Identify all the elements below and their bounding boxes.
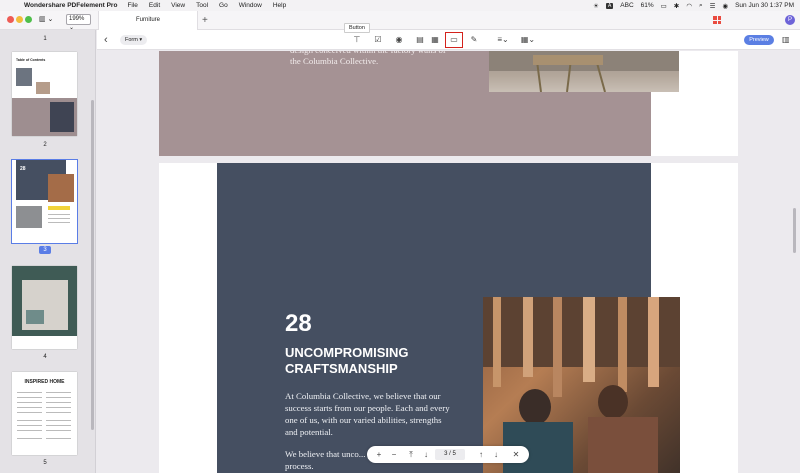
thumbnail-page-number-2: 2 [43, 142, 47, 148]
more-tools-icon[interactable]: ▦⌄ [519, 34, 537, 46]
menu-tool[interactable]: Tool [196, 2, 208, 9]
status-area: ☀ A ABC 61% ▭ ✱ ◠ ⌕ ☰ ◉ Sun Jun 30 1:37 … [593, 0, 794, 11]
control-center-icon[interactable]: ☰ [710, 2, 716, 10]
combo-box-tool-icon[interactable]: ▤ [414, 34, 426, 46]
document-canvas[interactable]: design conceived within the factory wall… [97, 51, 800, 473]
minimize-window-button[interactable] [16, 16, 23, 23]
body-paragraph: At Columbia Collective, we believe that … [285, 391, 450, 437]
thumbnail-page-4[interactable] [12, 266, 77, 349]
radio-button-tool-icon[interactable]: ◉ [393, 34, 405, 46]
zoom-select[interactable]: 199% ⌄ [66, 14, 91, 31]
thumbnail-title: Table of Contents [16, 58, 46, 62]
zoom-in-button[interactable]: + [373, 448, 385, 461]
previous-page-button[interactable]: ↑ [475, 448, 487, 461]
tab-furniture[interactable]: Furniture [98, 11, 198, 30]
tab-label: Furniture [136, 17, 161, 23]
zoom-out-button[interactable]: − [388, 448, 400, 461]
menu-app-name[interactable]: Wondershare PDFelement Pro [24, 2, 117, 9]
section-heading: UNCOMPROMISING CRAFTSMANSHIP [285, 345, 409, 376]
first-page-button[interactable]: ⤒ [405, 448, 417, 461]
input-source-icon[interactable]: A [605, 2, 614, 9]
menu-bar: Wondershare PDFelement Pro File Edit Vie… [0, 0, 800, 11]
close-window-button[interactable] [7, 16, 14, 23]
battery-icon[interactable]: ▭ [661, 2, 667, 10]
signature-tool-icon[interactable]: ✎ [468, 34, 480, 46]
page-text: design conceived within the factory wall… [290, 51, 446, 66]
input-source-label[interactable]: ABC [620, 2, 633, 9]
zoom-value: 199% [69, 16, 85, 22]
new-tab-button[interactable]: + [202, 11, 208, 30]
button-tool-icon[interactable]: ▭ [445, 32, 463, 48]
tab-bar: ▥ ⌄ 199% ⌄ Furniture + P [0, 11, 800, 31]
menu-go[interactable]: Go [219, 2, 228, 9]
thumbnail-page-5[interactable]: INSPIRED HOME [12, 372, 77, 455]
thumbnail-title: INSPIRED HOME [24, 379, 65, 385]
page-counter[interactable]: 3 / 5 [435, 449, 465, 460]
document-scrollbar[interactable] [793, 208, 796, 253]
page-separator: / [449, 451, 451, 457]
text-field-tool-icon[interactable]: ⊤ [351, 34, 363, 46]
right-panel-toggle-icon[interactable]: ▥ [782, 34, 790, 46]
align-tool-icon[interactable]: ≡⌄ [494, 34, 512, 46]
spotlight-icon[interactable]: ⌕ [699, 2, 703, 10]
current-page: 3 [444, 451, 448, 457]
list-box-tool-icon[interactable]: ▦ [429, 34, 441, 46]
menu-view[interactable]: View [171, 2, 185, 9]
form-toolbar: ‹ Form ▾ ⊤ ☑ ◉ ▤ ▦ ▭ ✎ ≡⌄ ▦⌄ Preview ▥ [97, 30, 800, 50]
brightness-icon[interactable]: ☀ [593, 2, 599, 10]
form-mode-dropdown[interactable]: Form ▾ [120, 35, 148, 45]
thumbnail-page-3[interactable]: 28 [11, 159, 78, 244]
page-navigator: + − ⤒ ↓ 3 / 5 ↑ ↓ ✕ [367, 446, 529, 463]
close-navigator-button[interactable]: ✕ [510, 448, 522, 461]
battery-percent[interactable]: 61% [641, 2, 654, 9]
thumbnails-scrollbar[interactable] [91, 100, 94, 430]
next-page-down-button[interactable]: ↓ [420, 448, 432, 461]
back-button[interactable]: ‹ [104, 33, 108, 47]
menu-edit[interactable]: Edit [149, 2, 160, 9]
thumbnail-page-number-4: 4 [43, 354, 47, 360]
thumbnail-page-2[interactable]: Table of Contents [12, 52, 77, 136]
preview-button[interactable]: Preview [744, 35, 774, 45]
bluetooth-icon[interactable]: ✱ [674, 2, 679, 10]
chair-photo [489, 51, 679, 92]
zoom-window-button[interactable] [25, 16, 32, 23]
checkbox-tool-icon[interactable]: ☑ [372, 34, 384, 46]
thumbnail-page-number-1: 1 [43, 36, 47, 42]
next-page-button[interactable]: ↓ [490, 448, 502, 461]
menu-window[interactable]: Window [239, 2, 262, 9]
avatar[interactable]: P [785, 15, 795, 25]
menu-file[interactable]: File [127, 2, 137, 9]
section-number: 28 [285, 310, 312, 337]
wifi-icon[interactable]: ◠ [686, 2, 692, 10]
menu-help[interactable]: Help [273, 2, 286, 9]
siri-icon[interactable]: ◉ [722, 2, 728, 10]
gift-icon[interactable] [713, 16, 721, 24]
thumbnail-page-number-3: 3 [39, 246, 51, 254]
thumbnail-number: 28 [20, 166, 26, 172]
button-tooltip: Button [344, 23, 370, 33]
clock[interactable]: Sun Jun 30 1:37 PM [735, 2, 794, 9]
sidebar-toggle-icon[interactable]: ▥ ⌄ [39, 15, 61, 25]
thumbnail-page-number-5: 5 [43, 460, 47, 466]
total-pages: 5 [452, 451, 456, 457]
